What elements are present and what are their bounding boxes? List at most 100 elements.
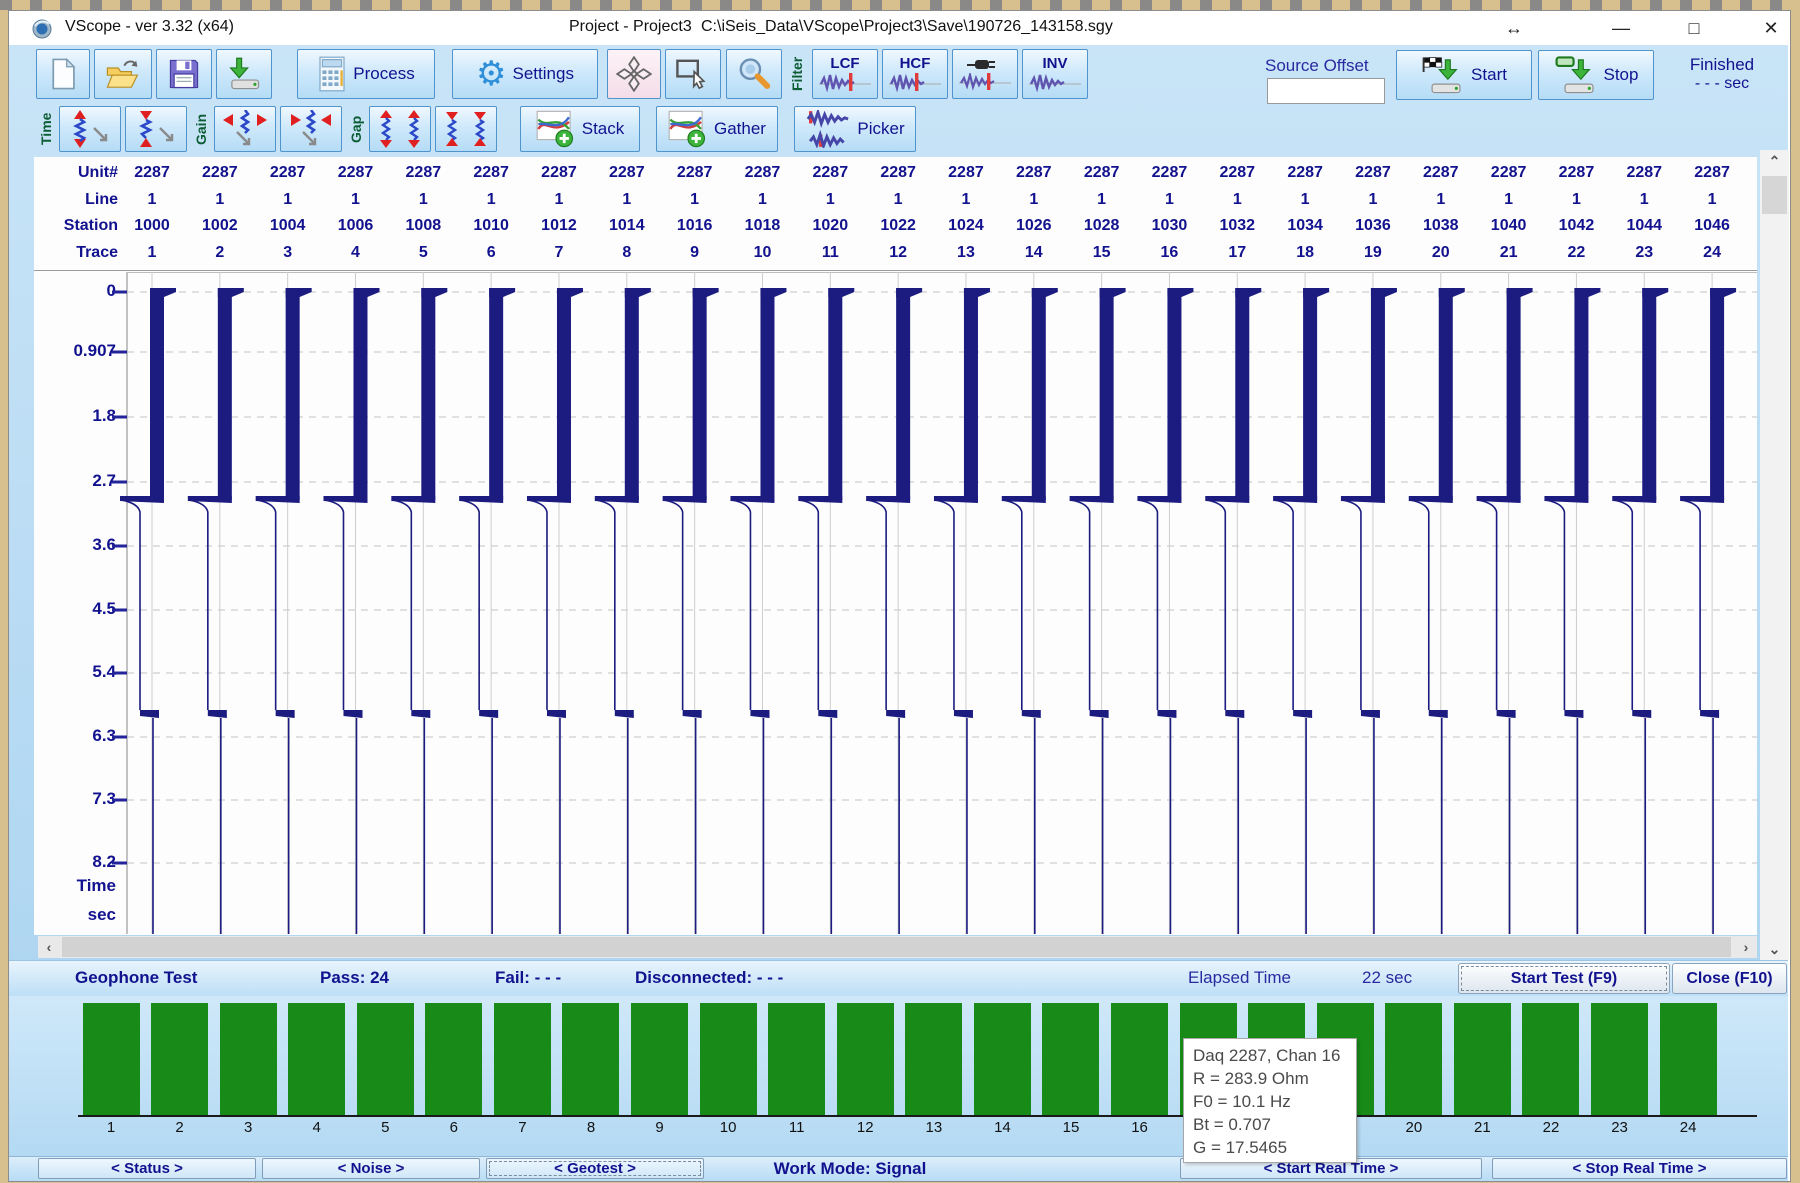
finished-label: Finished	[1662, 55, 1782, 75]
channel-bar[interactable]	[631, 1003, 688, 1115]
horizontal-scroll-thumb[interactable]	[62, 937, 1731, 957]
title-bar[interactable]: VScope - ver 3.32 (x64) Project - Projec…	[9, 11, 1788, 45]
scroll-down-icon[interactable]: ⌄	[1760, 938, 1789, 960]
open-folder-icon	[105, 58, 141, 90]
inv-filter-button[interactable]: INV	[1022, 49, 1088, 99]
scroll-left-icon[interactable]: ‹	[38, 936, 60, 958]
gain-expand-button[interactable]	[214, 106, 276, 152]
header-cell: 14	[1001, 240, 1067, 267]
channel-bar[interactable]	[1522, 1003, 1579, 1115]
channel-bar[interactable]	[1660, 1003, 1717, 1115]
header-cell: 2	[187, 240, 253, 267]
settings-button[interactable]: ⚙ Settings	[452, 49, 598, 99]
channel-bar[interactable]	[357, 1003, 414, 1115]
lcf-wave-icon	[819, 72, 871, 92]
header-cell: 1026	[1001, 213, 1067, 240]
close-button[interactable]: ✕	[1751, 15, 1791, 41]
channel-bar[interactable]	[1042, 1003, 1099, 1115]
noise-button[interactable]: < Noise >	[262, 1158, 480, 1179]
trace-header-column: 22871104423	[1611, 160, 1677, 266]
channel-number: 23	[1598, 1119, 1642, 1136]
header-cell: 2287	[255, 160, 321, 187]
vertical-scroll-thumb[interactable]	[1762, 176, 1787, 214]
maximize-button[interactable]: □	[1674, 15, 1714, 41]
channel-bar[interactable]	[288, 1003, 345, 1115]
channel-bar[interactable]	[1385, 1003, 1442, 1115]
inv-label: INV	[1042, 57, 1067, 71]
gather-button[interactable]: Gather	[656, 106, 778, 152]
picker-button[interactable]: Picker	[794, 106, 916, 152]
channel-bar[interactable]	[562, 1003, 619, 1115]
channel-bar[interactable]	[425, 1003, 482, 1115]
channel-bar[interactable]	[1591, 1003, 1648, 1115]
hcf-wave-icon	[889, 72, 941, 92]
channel-bar[interactable]	[1111, 1003, 1168, 1115]
new-file-button[interactable]	[36, 49, 90, 99]
header-cell: 1002	[187, 213, 253, 240]
channel-bar[interactable]	[837, 1003, 894, 1115]
channel-bar[interactable]	[1454, 1003, 1511, 1115]
channel-bar[interactable]	[768, 1003, 825, 1115]
channel-number: 16	[1118, 1119, 1162, 1136]
channel-bar[interactable]	[974, 1003, 1031, 1115]
start-button[interactable]: Start	[1396, 50, 1532, 100]
stack-button[interactable]: Stack	[520, 106, 640, 152]
header-cell: 1	[1679, 187, 1745, 214]
channel-bar[interactable]	[151, 1003, 208, 1115]
save-button[interactable]	[156, 49, 212, 99]
trace-header-column: 22871102212	[865, 160, 931, 266]
start-test-button[interactable]: Start Test (F9)	[1458, 963, 1670, 994]
time-compress-button[interactable]	[125, 106, 187, 152]
pan-tool-button[interactable]	[607, 49, 661, 99]
status-button[interactable]: < Status >	[38, 1158, 256, 1179]
hcf-filter-button[interactable]: HCF	[882, 49, 948, 99]
source-offset-input[interactable]	[1267, 78, 1385, 104]
notch-filter-button[interactable]	[952, 49, 1018, 99]
seismic-trace-plot[interactable]	[20, 272, 1757, 934]
channel-bar[interactable]	[905, 1003, 962, 1115]
scroll-up-icon[interactable]: ⌃	[1760, 150, 1789, 172]
geotest-button[interactable]: < Geotest >	[486, 1158, 704, 1179]
header-cell: 1028	[1069, 213, 1135, 240]
channel-bar[interactable]	[700, 1003, 757, 1115]
gap-compress-button[interactable]	[435, 106, 497, 152]
channel-bar[interactable]	[220, 1003, 277, 1115]
trace-header-column: 22871104222	[1543, 160, 1609, 266]
open-project-button[interactable]	[94, 49, 152, 99]
channel-bar[interactable]	[83, 1003, 140, 1115]
time-compress-icon	[132, 110, 180, 148]
header-cell: 18	[1272, 240, 1338, 267]
time-expand-button[interactable]	[59, 106, 121, 152]
select-tool-button[interactable]	[665, 49, 721, 99]
zoom-tool-button[interactable]	[726, 49, 782, 99]
header-cell: 23	[1611, 240, 1677, 267]
header-cell: 1	[594, 187, 660, 214]
stop-button[interactable]: Stop	[1538, 50, 1654, 100]
channel-bar[interactable]	[494, 1003, 551, 1115]
select-rect-icon	[675, 57, 711, 91]
close-test-button[interactable]: Close (F10)	[1672, 963, 1787, 994]
header-cell: 2287	[1476, 160, 1542, 187]
time-expand-icon	[66, 110, 114, 148]
stop-real-time-button[interactable]: < Stop Real Time >	[1492, 1158, 1787, 1179]
geotest-title: Geophone Test	[75, 968, 197, 988]
vertical-scrollbar[interactable]: ⌃ ⌄	[1760, 150, 1789, 960]
header-cell: 1	[662, 187, 728, 214]
minimize-button[interactable]: —	[1601, 15, 1641, 41]
trace-header-column: 22871102614	[1001, 160, 1067, 266]
trace-header-column: 22871102815	[1069, 160, 1135, 266]
process-button[interactable]: Process	[297, 49, 435, 99]
stack-label: Stack	[582, 119, 625, 139]
load-file-button[interactable]	[216, 49, 272, 99]
header-cell: 6	[458, 240, 524, 267]
header-cell: 1010	[458, 213, 524, 240]
gap-expand-button[interactable]	[369, 106, 431, 152]
screen: { "titlebar": { "title": "VScope - ver 3…	[0, 0, 1800, 1183]
scroll-right-icon[interactable]: ›	[1735, 936, 1757, 958]
resize-icon[interactable]: ↔	[1494, 15, 1534, 41]
trace-header-column: 2287110064	[322, 160, 388, 266]
header-cell: 1042	[1543, 213, 1609, 240]
gain-compress-button[interactable]	[280, 106, 342, 152]
new-file-icon	[48, 57, 78, 91]
lcf-filter-button[interactable]: LCF	[812, 49, 878, 99]
